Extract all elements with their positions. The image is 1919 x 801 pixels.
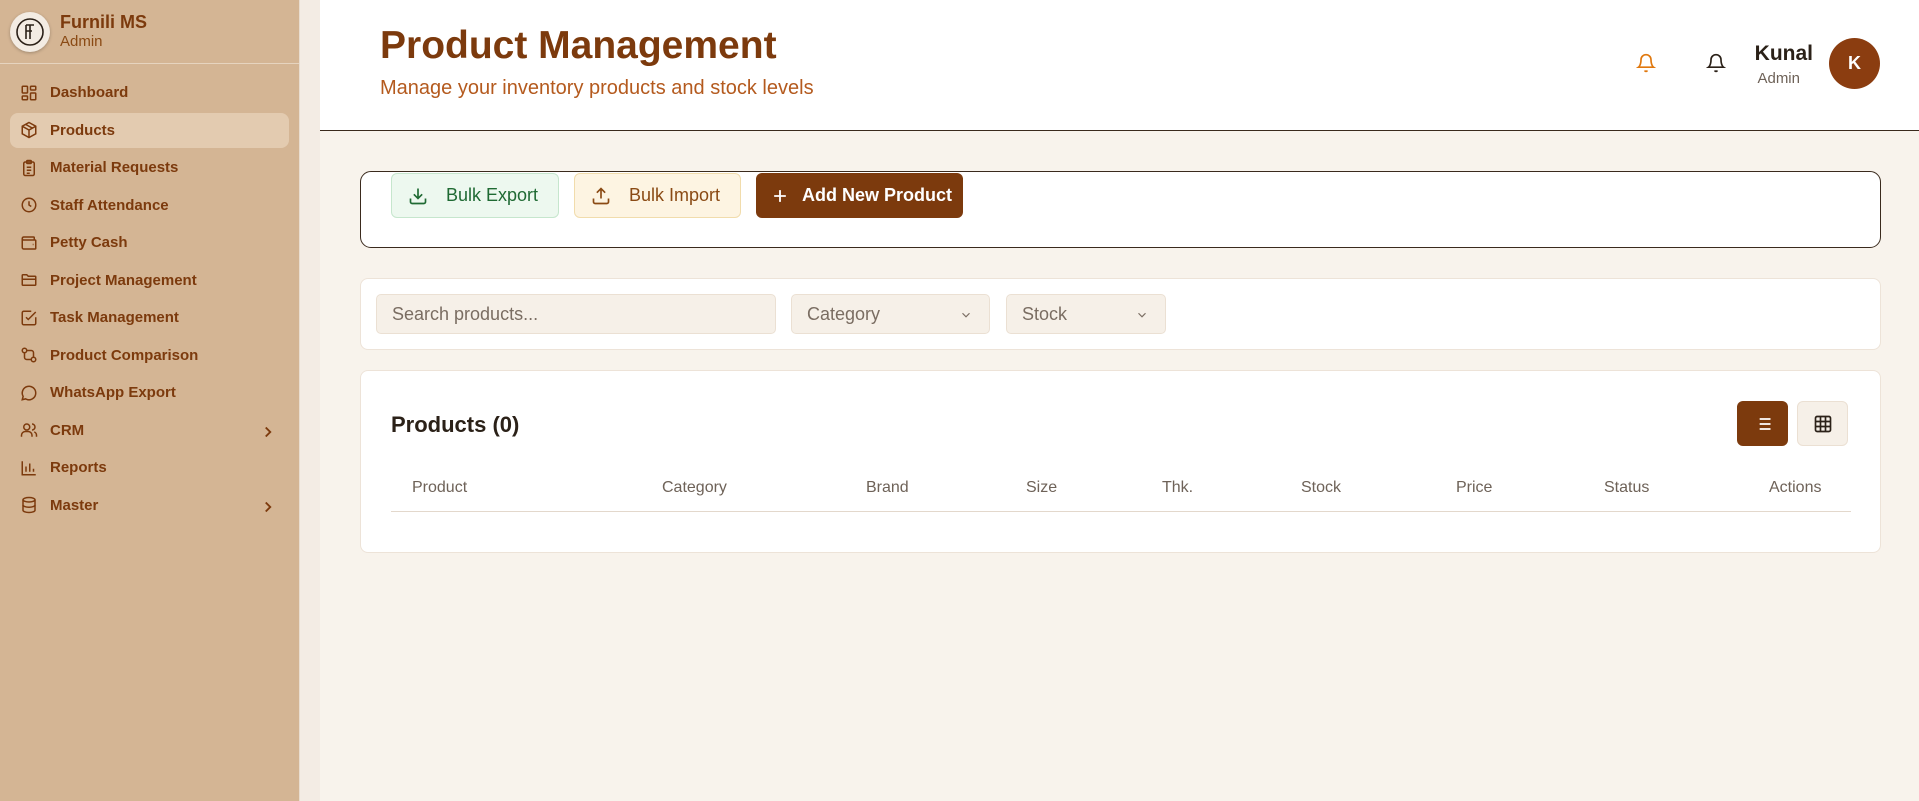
page-header: Product Management Manage your inventory… <box>320 0 1919 131</box>
sidebar-item-label: WhatsApp Export <box>50 384 176 401</box>
category-select[interactable]: Category <box>791 294 990 334</box>
database-icon <box>22 496 36 514</box>
sidebar-item-crm[interactable]: CRM <box>10 413 289 448</box>
sidebar-item-material-requests[interactable]: Material Requests <box>10 150 289 185</box>
bulk-import-button[interactable]: Bulk Import <box>574 173 741 218</box>
column-header-product[interactable]: Product <box>412 479 467 497</box>
brand-text: Furnili MS Admin <box>60 12 147 52</box>
list-view-button[interactable] <box>1737 401 1788 446</box>
stock-select[interactable]: Stock <box>1006 294 1166 334</box>
chevron-right-icon <box>265 426 272 437</box>
page-subtitle: Manage your inventory products and stock… <box>380 77 814 99</box>
add-new-product-button[interactable]: Add New Product <box>756 173 963 218</box>
sidebar-nav: Dashboard Products Material Requests Sta… <box>0 64 299 523</box>
column-header-category[interactable]: Category <box>662 479 727 497</box>
message-circle-icon <box>21 385 37 401</box>
category-select-value: Category <box>807 303 881 324</box>
products-card: Products (0) Product Category Brand Size… <box>360 370 1881 553</box>
bulk-import-label: Bulk Import <box>629 185 721 205</box>
sidebar-item-label: Petty Cash <box>50 234 128 251</box>
sidebar-item-task-management[interactable]: Task Management <box>10 300 289 335</box>
brand-role: Admin <box>60 32 103 50</box>
products-table-header: Product Category Brand Size Thk. Stock P… <box>391 467 1851 512</box>
folder-icon <box>21 274 37 286</box>
sidebar-item-label: Master <box>50 496 99 514</box>
search-input[interactable] <box>376 294 776 334</box>
column-header-size[interactable]: Size <box>1026 479 1057 497</box>
column-header-status[interactable]: Status <box>1604 479 1649 497</box>
column-header-actions[interactable]: Actions <box>1769 479 1821 497</box>
bar-chart-icon <box>21 460 36 475</box>
plus-icon <box>774 189 786 202</box>
sidebar-item-label: Project Management <box>50 271 197 289</box>
sidebar-item-whatsapp-export[interactable]: WhatsApp Export <box>10 375 289 410</box>
bell-icon <box>1706 53 1726 73</box>
chevron-down-icon <box>1138 312 1146 318</box>
sidebar-item-label: CRM <box>50 421 85 439</box>
bell-icon <box>1636 53 1656 73</box>
clipboard-icon <box>23 159 35 176</box>
sidebar-item-label: Products <box>50 121 116 139</box>
column-header-price[interactable]: Price <box>1456 479 1492 497</box>
sidebar-item-reports[interactable]: Reports <box>10 450 289 485</box>
grid-view-button[interactable] <box>1797 401 1848 446</box>
filter-bar: Category Stock <box>360 278 1881 350</box>
brand-name: Furnili MS <box>60 11 147 32</box>
notification-alert-button[interactable] <box>1633 50 1659 76</box>
chevron-down-icon <box>962 312 970 318</box>
download-icon <box>409 188 427 204</box>
wallet-icon <box>21 235 37 250</box>
actions-card: Bulk Export Bulk Import Add New Product <box>360 171 1881 248</box>
column-header-stock[interactable]: Stock <box>1301 479 1341 497</box>
column-header-brand[interactable]: Brand <box>866 479 909 497</box>
sidebar-item-staff-attendance[interactable]: Staff Attendance <box>10 188 289 223</box>
sidebar-item-label: Material Requests <box>50 159 179 176</box>
sidebar-item-master[interactable]: Master <box>10 488 289 523</box>
package-icon <box>21 121 37 139</box>
upload-icon <box>592 186 610 204</box>
chevron-right-icon <box>265 501 272 512</box>
sidebar-item-label: Product Comparison <box>50 346 199 364</box>
list-icon <box>1755 417 1770 430</box>
add-new-product-label: Add New Product <box>802 185 953 205</box>
page-title: Product Management <box>380 24 777 67</box>
brand-logo <box>10 11 50 52</box>
check-square-icon <box>21 310 37 325</box>
clock-icon <box>21 197 37 213</box>
products-title: Products (0) <box>391 412 520 437</box>
sidebar-item-label: Task Management <box>50 309 179 326</box>
stock-select-value: Stock <box>1022 303 1068 324</box>
sidebar-item-products[interactable]: Products <box>10 112 289 148</box>
sidebar-item-project-management[interactable]: Project Management <box>10 263 289 298</box>
sidebar-item-label: Dashboard <box>50 84 129 101</box>
layout-grid-icon <box>21 85 37 100</box>
bulk-export-label: Bulk Export <box>446 185 539 205</box>
sidebar-item-product-comparison[interactable]: Product Comparison <box>10 338 289 373</box>
avatar[interactable]: K <box>1829 38 1880 89</box>
sidebar-item-petty-cash[interactable]: Petty Cash <box>10 225 289 260</box>
sidebar-item-dashboard[interactable]: Dashboard <box>10 75 289 110</box>
sidebar: Furnili MS Admin Dashboard Products Mate… <box>0 0 299 801</box>
table-grid-icon <box>1814 415 1831 432</box>
sidebar-divider <box>299 0 320 801</box>
column-header-thickness[interactable]: Thk. <box>1162 479 1193 497</box>
sidebar-item-label: Staff Attendance <box>50 196 169 214</box>
brand-header: Furnili MS Admin <box>0 0 299 64</box>
user-role: Admin <box>1757 70 1800 87</box>
compare-icon <box>21 347 37 363</box>
sidebar-item-label: Reports <box>50 459 107 476</box>
user-name: Kunal <box>1754 42 1813 65</box>
notifications-button[interactable] <box>1703 50 1729 76</box>
bulk-export-button[interactable]: Bulk Export <box>391 173 559 218</box>
users-icon <box>20 423 38 437</box>
brand-logo-icon <box>16 17 44 46</box>
